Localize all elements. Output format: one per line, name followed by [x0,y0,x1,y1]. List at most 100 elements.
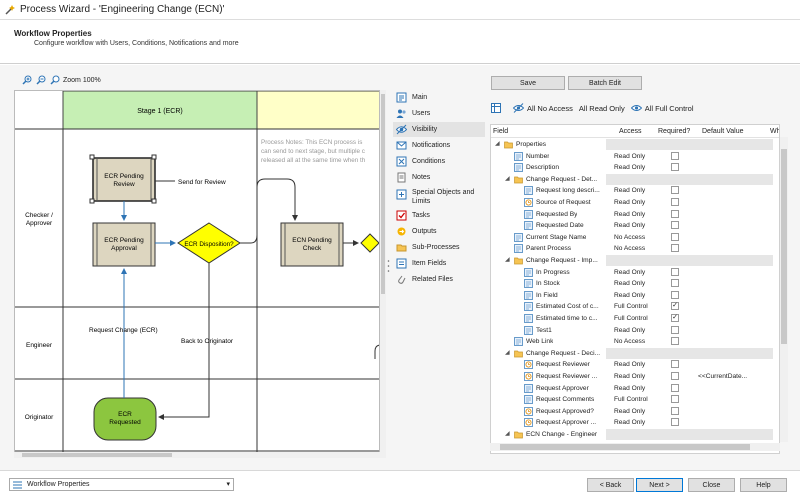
grid-row[interactable]: Test1 Read Only [491,325,773,337]
grid-row[interactable]: Estimated Cost of c... Full Control ✓ [491,301,773,313]
grid-row[interactable]: Source of Request Read Only [491,197,773,209]
access-value[interactable]: No Access [614,338,645,345]
zoom-in-icon[interactable] [22,75,32,85]
workflow-diagram[interactable]: Stage 1 (ECR) Checker / Approver Enginee… [14,90,380,458]
menu-item-sub-processes[interactable]: Sub-Processes [393,240,485,255]
required-checkbox[interactable]: ✓ [671,314,679,322]
grid-row[interactable]: Requested By Read Only [491,209,773,221]
access-value[interactable]: Read Only [614,211,645,218]
access-value[interactable]: Read Only [614,419,645,426]
required-checkbox[interactable] [671,221,679,230]
stage-2-header[interactable] [256,91,380,130]
collapse-toggle-icon[interactable]: ◢ [505,175,513,182]
all-read-only-button[interactable]: All Read Only [579,104,625,113]
access-value[interactable]: No Access [614,245,645,252]
access-value[interactable]: Read Only [614,199,645,206]
required-checkbox[interactable]: ✓ [671,302,679,311]
zoom-out-icon[interactable] [36,75,46,85]
splitter-handle[interactable] [387,259,390,273]
page-selector-combo[interactable]: Workflow Properties ▾ [9,478,234,491]
grid-row[interactable]: Estimated time to c... Full Control ✓ [491,313,773,325]
required-checkbox[interactable] [671,267,679,276]
collapse-toggle-icon[interactable]: ◢ [505,349,513,356]
grid-row[interactable]: Request Reviewer Read Only [491,359,773,371]
access-value[interactable]: No Access [614,234,645,241]
required-checkbox[interactable] [671,198,679,206]
menu-item-visibility[interactable]: Visibility [393,122,485,137]
back-button[interactable]: < Back [587,478,634,492]
all-full-control-button[interactable]: All Full Control [630,103,693,113]
collapse-toggle-icon[interactable]: ◢ [505,430,513,437]
collapse-toggle-icon[interactable]: ◢ [505,256,513,263]
access-value[interactable]: Full Control [614,396,648,403]
menu-item-tasks[interactable]: Tasks [393,208,485,223]
required-checkbox[interactable] [671,232,679,241]
menu-item-related-files[interactable]: Related Files [393,272,485,287]
close-button[interactable]: Close [688,478,735,492]
column-chooser-button[interactable] [491,103,501,113]
access-value[interactable]: Read Only [614,222,645,229]
required-checkbox[interactable] [671,279,679,288]
required-checkbox[interactable] [671,372,679,380]
required-checkbox[interactable] [671,337,679,346]
menu-item-main[interactable]: Main [393,90,485,105]
grid-horizontal-scrollbar[interactable] [490,443,780,451]
grid-row[interactable]: In Progress Read Only [491,267,773,279]
col-extra[interactable]: Wh [770,128,779,135]
grid-row[interactable]: Requested Date Read Only [491,220,773,232]
access-value[interactable]: Read Only [614,269,645,276]
zoom-reset-icon[interactable] [50,75,60,85]
access-value[interactable]: Read Only [614,373,645,380]
menu-item-outputs[interactable]: Outputs [393,224,485,239]
menu-item-special-objects[interactable]: Special Objects and Limits [393,186,485,208]
grid-row[interactable]: Request Approved? Read Only [491,406,773,418]
zoom-label[interactable]: Zoom 100% [63,77,101,84]
grid-row[interactable]: Web Link No Access [491,336,773,348]
menu-item-item-fields[interactable]: Item Fields [393,256,485,271]
collapse-toggle-icon[interactable]: ◢ [495,140,503,147]
required-checkbox[interactable] [671,163,679,172]
grid-row[interactable]: In Field Read Only [491,290,773,302]
access-value[interactable]: Read Only [614,153,645,160]
grid-row[interactable]: ◢ Properties [491,139,773,151]
required-checkbox[interactable] [671,406,679,415]
col-access[interactable]: Access [619,128,642,135]
access-value[interactable]: Read Only [614,164,645,171]
field-access-grid[interactable]: Field Access Required? Default Value Wh … [490,124,780,454]
access-value[interactable]: Read Only [614,361,645,368]
required-checkbox[interactable] [671,360,679,369]
access-value[interactable]: Read Only [614,187,645,194]
menu-item-notifications[interactable]: Notifications [393,138,485,153]
diagram-horizontal-scrollbar[interactable] [14,452,380,458]
access-value[interactable]: Read Only [614,408,645,415]
grid-row[interactable]: ◢ Change Request - Deci... [491,347,773,360]
grid-row[interactable]: Request long descri... Read Only [491,185,773,197]
required-checkbox[interactable] [671,151,679,160]
menu-item-notes[interactable]: Notes [393,170,485,185]
grid-row[interactable]: Current Stage Name No Access [491,232,773,244]
access-value[interactable]: Full Control [614,315,648,322]
grid-row[interactable]: Request Comments Full Control [491,394,773,406]
grid-row[interactable]: Number Read Only [491,151,773,163]
access-value[interactable]: Read Only [614,327,645,334]
help-button[interactable]: Help [740,478,787,492]
grid-row[interactable]: Request Reviewer ... Read Only <<CurrentDa… [491,371,773,383]
required-checkbox[interactable] [671,325,679,334]
grid-vertical-scrollbar[interactable] [780,137,788,442]
required-checkbox[interactable] [671,209,679,218]
grid-row[interactable]: Description Read Only [491,162,773,174]
menu-item-conditions[interactable]: Conditions [393,154,485,169]
col-default-value[interactable]: Default Value [702,128,744,135]
required-checkbox[interactable] [671,418,679,427]
save-button[interactable]: Save [491,76,565,90]
grid-row[interactable]: ◢ Change Request - Det... [491,173,773,186]
required-checkbox[interactable] [671,186,679,195]
node-next-decision[interactable] [360,233,379,253]
next-button[interactable]: Next > [636,478,683,492]
grid-row[interactable]: Request Approver ... Read Only [491,417,773,429]
grid-row[interactable]: In Stock Read Only [491,278,773,290]
all-no-access-button[interactable]: All No Access [513,103,573,113]
default-value[interactable]: <<CurrentDate... [698,373,747,380]
required-checkbox[interactable] [671,290,679,299]
required-checkbox[interactable] [671,395,679,404]
